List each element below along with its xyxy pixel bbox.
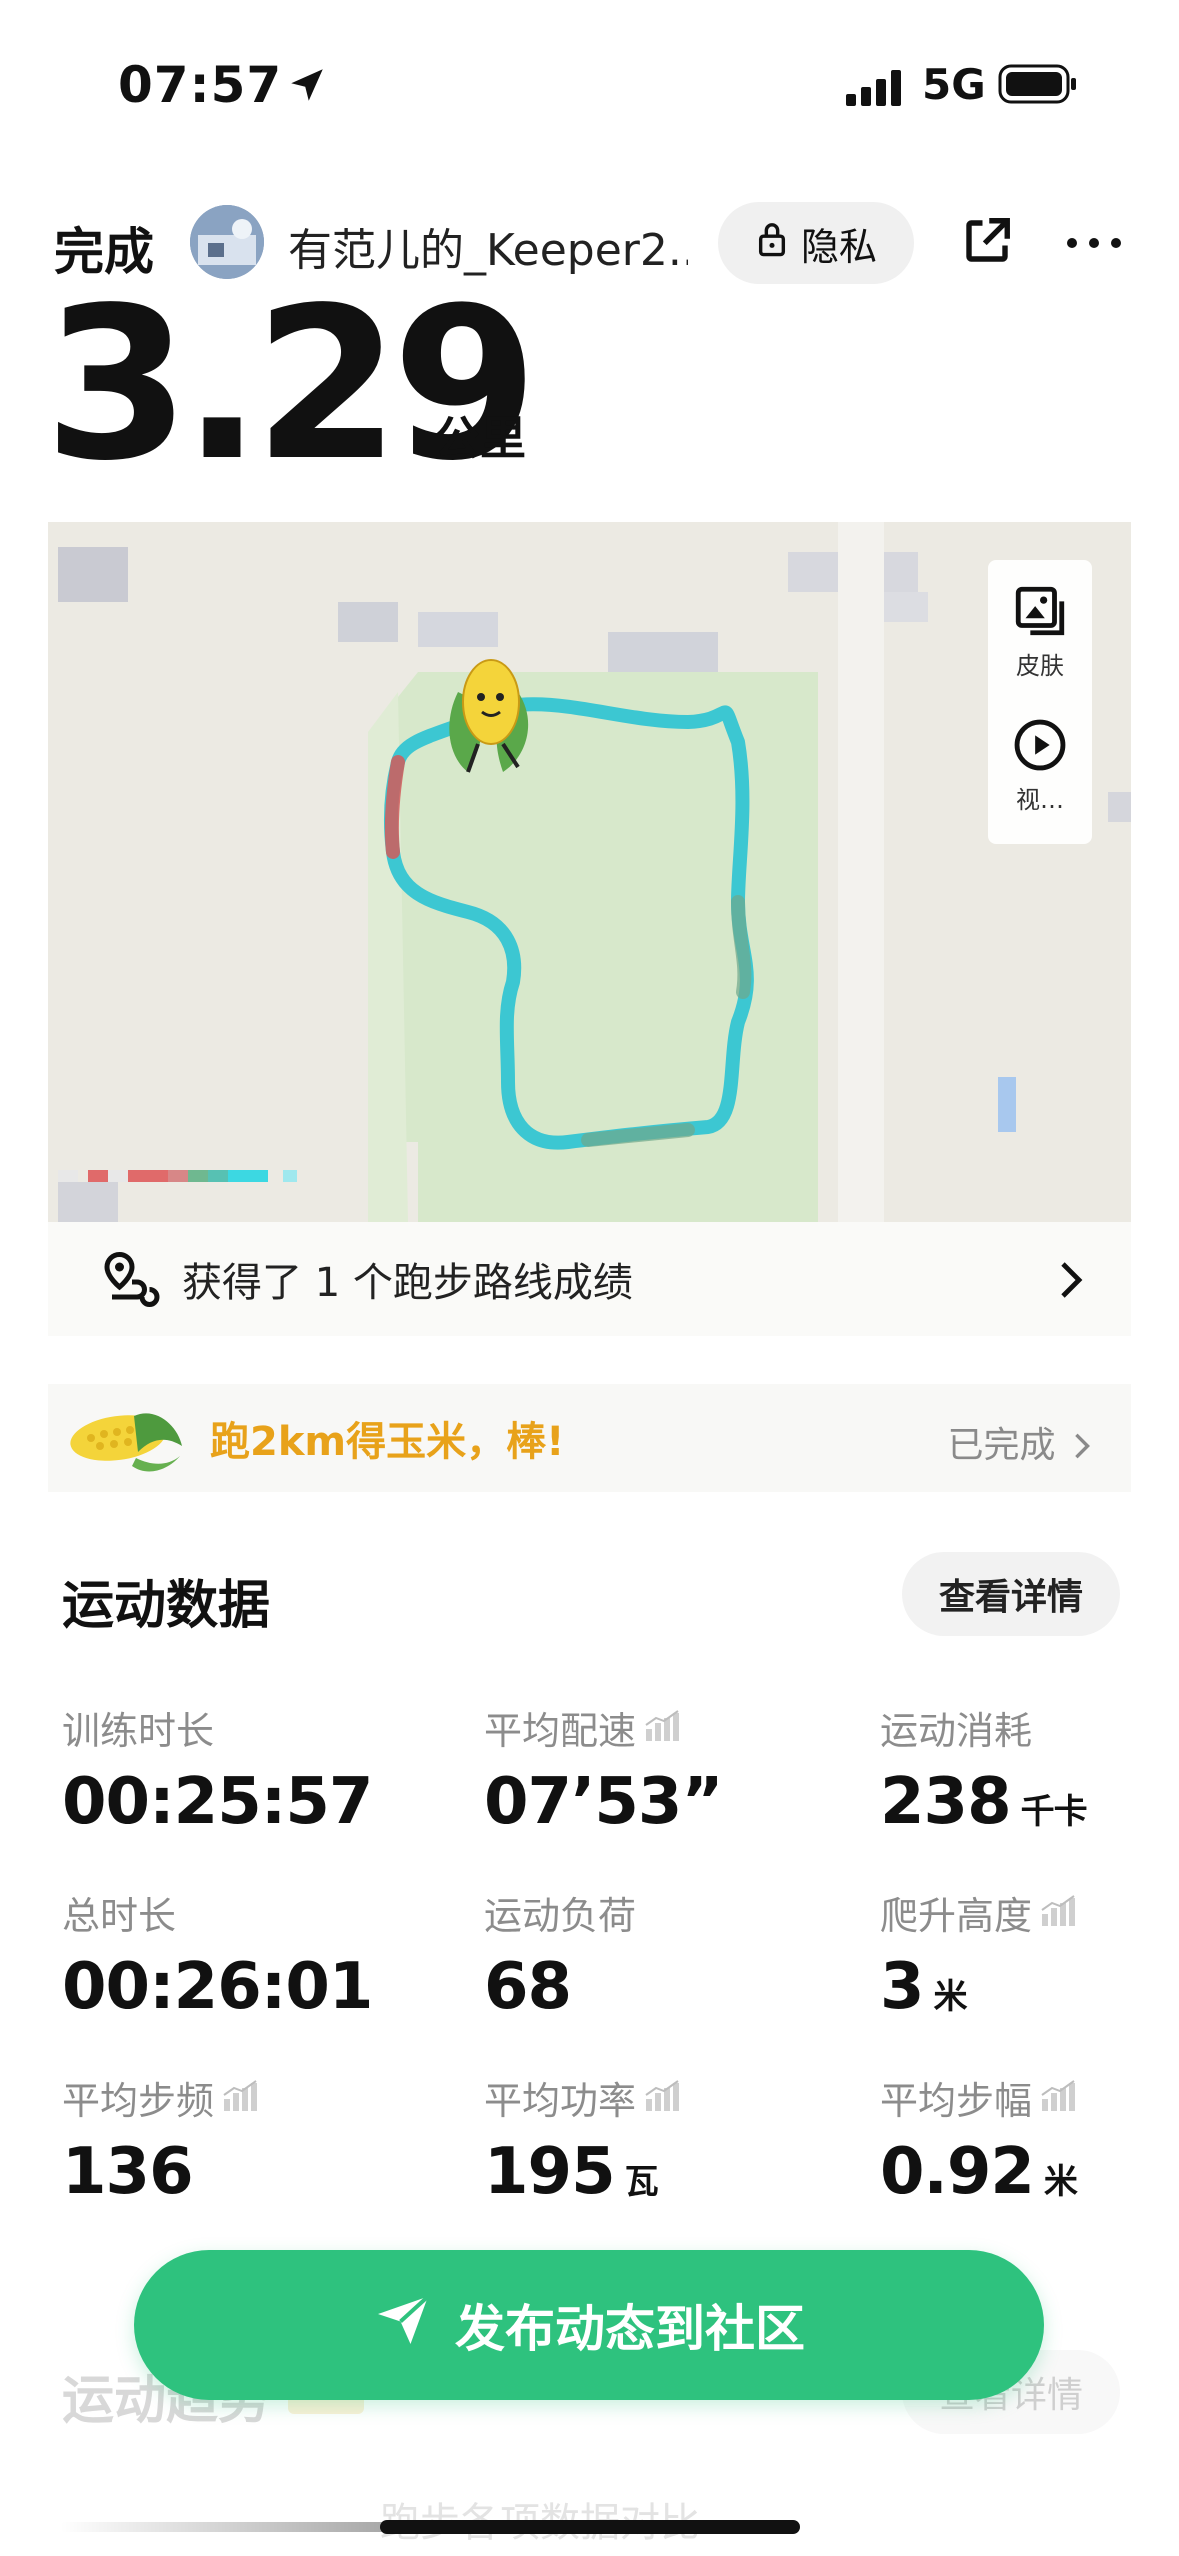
stat-label-text: 训练时长 (62, 1709, 215, 1753)
stat-item: 总时长 00:26:01 (62, 1885, 373, 2024)
stat-value: 238 千卡 (880, 1765, 1088, 1839)
stat-value-text: 00:26:01 (62, 1950, 373, 2024)
stat-label-text: 总时长 (62, 1894, 177, 1938)
stat-value: 00:25:57 (62, 1765, 373, 1839)
stat-unit: 瓦 (624, 2162, 659, 2202)
stat-value-text: 00:25:57 (62, 1765, 373, 1839)
stat-value: 00:26:01 (62, 1950, 373, 2024)
stat-label: 平均步幅 (880, 2070, 1078, 2125)
location-arrow-icon (286, 64, 328, 106)
stat-item: 平均步频 136 (62, 2070, 260, 2209)
scroll-shadow (60, 2522, 390, 2532)
stat-unit: 米 (1043, 2162, 1078, 2202)
stat-label: 爬升高度 (880, 1885, 1078, 1940)
stat-value-text: 07’53” (484, 1765, 723, 1839)
trend-chart-icon[interactable] (644, 1706, 682, 1750)
stat-value: 0.92 米 (880, 2135, 1078, 2209)
stat-item: 运动消耗 238 千卡 (880, 1700, 1088, 1839)
stat-label: 总时长 (62, 1885, 372, 1940)
stat-value-text: 136 (62, 2135, 194, 2209)
play-video-icon (988, 716, 1092, 780)
video-tool-label: 视… (1016, 786, 1064, 814)
banner-status-label: 已完成 (947, 1425, 1056, 1466)
chevron-right-icon (1075, 1433, 1090, 1459)
network-type: 5G (922, 60, 986, 109)
stat-item: 训练时长 00:25:57 (62, 1700, 373, 1839)
stat-label: 平均配速 (484, 1700, 723, 1755)
trend-chart-icon[interactable] (1040, 1891, 1078, 1935)
more-options-icon[interactable] (1064, 218, 1124, 268)
stat-label-text: 平均步幅 (880, 2079, 1033, 2123)
publish-to-community-button[interactable]: 发布动态到社区 (134, 2250, 1044, 2400)
stat-label-text: 爬升高度 (880, 1894, 1033, 1938)
publish-label: 发布动态到社区 (455, 2300, 805, 2358)
skin-tool[interactable]: 皮肤 (988, 582, 1092, 681)
cellular-signal-icon (846, 70, 904, 106)
privacy-button[interactable]: 隐私 (718, 202, 914, 284)
view-details-button[interactable]: 查看详情 (902, 1552, 1120, 1636)
corn-icon (56, 1386, 186, 1490)
trend-chart-icon[interactable] (1040, 2076, 1078, 2120)
route-pin-icon (102, 1247, 162, 1311)
stat-label-text: 平均功率 (484, 2079, 637, 2123)
stat-item: 平均步幅 0.92 米 (880, 2070, 1078, 2209)
share-icon[interactable] (960, 214, 1014, 268)
stat-item: 平均功率 195 瓦 (484, 2070, 682, 2209)
stat-label-text: 运动消耗 (880, 1709, 1033, 1753)
stat-label: 训练时长 (62, 1700, 372, 1755)
route-achievement-text: 获得了 1 个跑步路线成绩 (182, 1260, 633, 1306)
image-skin-icon (988, 582, 1092, 646)
lock-icon (755, 220, 789, 267)
stat-label: 运动负荷 (484, 1885, 636, 1940)
stat-value-text: 238 (880, 1765, 1012, 1839)
stat-label: 运动消耗 (880, 1700, 1087, 1755)
chevron-right-icon (1059, 1260, 1083, 1304)
stat-value-text: 3 (880, 1950, 925, 2024)
stat-value: 195 瓦 (484, 2135, 682, 2209)
stat-value-text: 195 (484, 2135, 616, 2209)
trend-chart-icon[interactable] (644, 2076, 682, 2120)
stat-label-text: 平均步频 (62, 2079, 215, 2123)
privacy-label: 隐私 (800, 224, 877, 269)
video-tool[interactable]: 视… (988, 716, 1092, 815)
map-graphic (48, 522, 1131, 1222)
stat-item: 爬升高度 3 米 (880, 1885, 1078, 2024)
send-plane-icon (373, 2289, 433, 2361)
stat-label-text: 平均配速 (484, 1709, 637, 1753)
banner-status: 已完成 (948, 1416, 1091, 1468)
section-title: 运动数据 (62, 1576, 271, 1636)
stat-value: 136 (62, 2135, 260, 2209)
stat-value-text: 68 (484, 1950, 572, 2024)
stat-value: 3米 (880, 1950, 1078, 2024)
stat-value-text: 0.92 (880, 2135, 1035, 2209)
stat-item: 平均配速 07’53” (484, 1700, 723, 1839)
status-time: 07:57 (118, 56, 283, 114)
route-map[interactable] (48, 522, 1131, 1222)
map-tools-panel: 皮肤 视… (988, 560, 1092, 844)
trend-chart-icon[interactable] (222, 2076, 260, 2120)
stat-unit: 千卡 (1020, 1792, 1088, 1832)
banner-text: 跑2km得玉米，棒! (210, 1419, 565, 1465)
stat-unit: 米 (933, 1977, 968, 2017)
home-indicator[interactable] (380, 2520, 800, 2534)
skin-tool-label: 皮肤 (1016, 652, 1064, 680)
stat-value: 07’53” (484, 1765, 723, 1839)
trend-subtitle: 跑步各项数据对比 (380, 2490, 700, 2548)
corn-challenge-banner[interactable]: 跑2km得玉米，棒! 已完成 (48, 1384, 1131, 1492)
stat-label: 平均步频 (62, 2070, 260, 2125)
stat-value: 68 (484, 1950, 636, 2024)
distance-unit: 公里 (434, 411, 526, 465)
stat-label: 平均功率 (484, 2070, 682, 2125)
stat-label-text: 运动负荷 (484, 1894, 637, 1938)
route-achievement-row[interactable]: 获得了 1 个跑步路线成绩 (48, 1222, 1131, 1336)
stat-item: 运动负荷 68 (484, 1885, 636, 2024)
battery-icon (998, 64, 1078, 104)
